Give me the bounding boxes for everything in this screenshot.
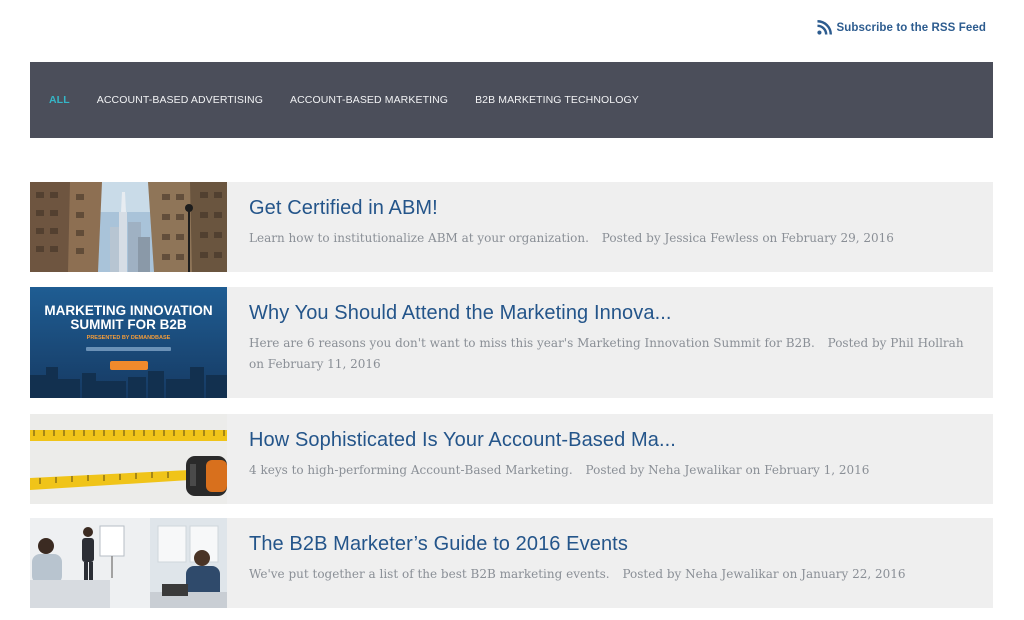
post-card: MARKETING INNOVATION SUMMIT FOR B2B PRES…: [30, 287, 993, 398]
post-byline: Posted by Jessica Fewless on February 29…: [601, 231, 894, 245]
post-card: Get Certified in ABM! Learn how to insti…: [30, 182, 993, 272]
banner-line3: PRESENTED BY DEMANDBASE: [87, 335, 171, 341]
nav-item-account-based-marketing[interactable]: ACCOUNT-BASED MARKETING: [290, 94, 448, 106]
post-title[interactable]: Get Certified in ABM!: [249, 196, 975, 220]
post-meta: Here are 6 reasons you don't want to mis…: [249, 333, 975, 375]
category-nav: ALL ACCOUNT-BASED ADVERTISING ACCOUNT-BA…: [30, 62, 993, 138]
post-title[interactable]: How Sophisticated Is Your Account-Based …: [249, 428, 975, 452]
rss-label: Subscribe to the RSS Feed: [836, 21, 986, 34]
post-thumbnail[interactable]: MARKETING INNOVATION SUMMIT FOR B2B PRES…: [30, 287, 227, 398]
post-meta: Learn how to institutionalize ABM at you…: [249, 228, 975, 249]
nav-item-account-based-advertising[interactable]: ACCOUNT-BASED ADVERTISING: [97, 94, 263, 106]
banner-line1: MARKETING INNOVATION: [44, 303, 212, 318]
post-card: How Sophisticated Is Your Account-Based …: [30, 414, 993, 504]
tape-measure-image: [30, 414, 227, 504]
post-excerpt: Here are 6 reasons you don't want to mis…: [249, 336, 815, 350]
post-thumbnail[interactable]: [30, 182, 227, 272]
nav-item-all[interactable]: ALL: [49, 94, 70, 106]
nav-item-b2b-marketing-technology[interactable]: B2B MARKETING TECHNOLOGY: [475, 94, 639, 106]
post-excerpt: Learn how to institutionalize ABM at you…: [249, 231, 589, 245]
summit-banner-image: MARKETING INNOVATION SUMMIT FOR B2B PRES…: [30, 287, 227, 398]
post-meta: We've put together a list of the best B2…: [249, 564, 975, 585]
post-title[interactable]: Why You Should Attend the Marketing Inno…: [249, 301, 975, 325]
city-buildings-image: [30, 182, 227, 272]
post-title[interactable]: The B2B Marketer’s Guide to 2016 Events: [249, 532, 975, 556]
banner-line2: SUMMIT FOR B2B: [70, 317, 186, 332]
post-thumbnail[interactable]: [30, 518, 227, 608]
rss-icon: [816, 20, 832, 35]
post-thumbnail[interactable]: [30, 414, 227, 504]
post-meta: 4 keys to high-performing Account-Based …: [249, 460, 975, 481]
office-meeting-image: [30, 518, 227, 608]
post-card: The B2B Marketer’s Guide to 2016 Events …: [30, 518, 993, 608]
rss-subscribe-link[interactable]: Subscribe to the RSS Feed: [816, 20, 986, 35]
post-byline: Posted by Neha Jewalikar on February 1, …: [585, 463, 870, 477]
post-excerpt: 4 keys to high-performing Account-Based …: [249, 463, 573, 477]
post-byline: Posted by Neha Jewalikar on January 22, …: [622, 567, 906, 581]
post-excerpt: We've put together a list of the best B2…: [249, 567, 610, 581]
